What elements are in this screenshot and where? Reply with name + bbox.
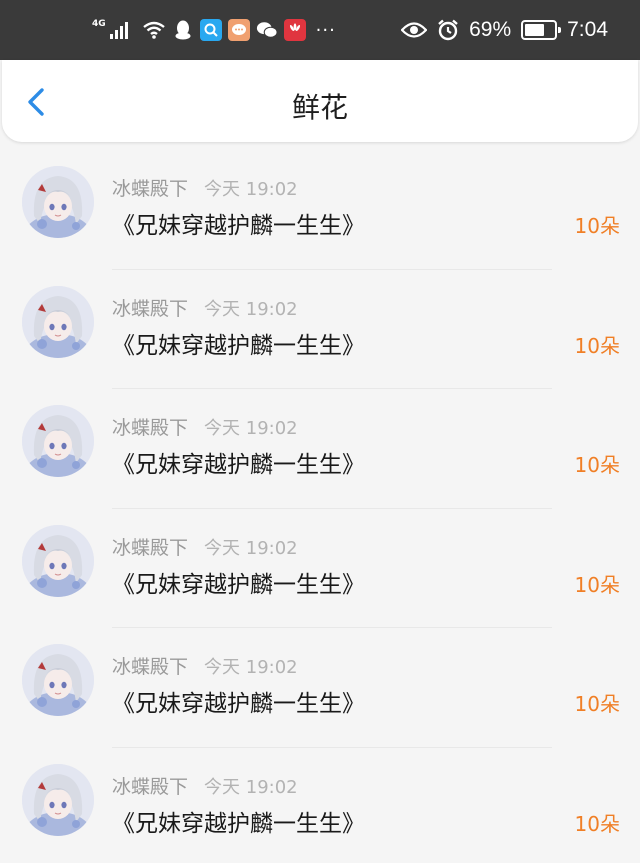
list-item[interactable]: 冰蝶殿下 今天 19:02 《兄妹穿越护麟一生生》 10朵 — [0, 150, 640, 270]
battery-percent: 69% — [469, 18, 512, 41]
username: 冰蝶殿下 — [112, 297, 189, 320]
qq-icon — [172, 19, 194, 41]
timestamp: 今天 19:02 — [204, 418, 298, 439]
network-type: 4G — [92, 18, 106, 29]
battery-icon — [521, 20, 562, 40]
status-bar: 4G ··· 69% 7:04 — [0, 0, 640, 60]
item-meta: 冰蝶殿下 今天 19:02 — [112, 174, 298, 201]
top-nav-bar: 鲜花 — [2, 60, 638, 142]
timestamp: 今天 19:02 — [204, 657, 298, 678]
item-meta: 冰蝶殿下 今天 19:02 — [112, 772, 298, 799]
flower-count: 10朵 — [574, 572, 620, 597]
list-item[interactable]: 冰蝶殿下 今天 19:02 《兄妹穿越护麟一生生》 10朵 — [0, 748, 640, 863]
avatar[interactable] — [22, 285, 94, 358]
timestamp: 今天 19:02 — [204, 776, 298, 798]
clock: 7:04 — [567, 18, 608, 41]
status-bar-right: 69% 7:04 — [401, 0, 608, 60]
flower-count: 10朵 — [574, 811, 620, 836]
item-meta: 冰蝶殿下 今天 19:02 — [112, 413, 298, 440]
flower-count: 10朵 — [574, 692, 620, 716]
username: 冰蝶殿下 — [112, 775, 189, 798]
status-bar-left: 4G ··· — [92, 0, 336, 60]
book-title: 《兄妹穿越护麟一生生》 — [112, 332, 365, 359]
list-item[interactable]: 冰蝶殿下 今天 19:02 《兄妹穿越护麟一生生》 10朵 — [0, 509, 640, 628]
item-meta: 冰蝶殿下 今天 19:02 — [112, 533, 298, 560]
timestamp: 今天 19:02 — [204, 537, 298, 559]
flower-record-list: 冰蝶殿下 今天 19:02 《兄妹穿越护麟一生生》 10朵 冰蝶殿下 今天 19… — [0, 150, 640, 863]
alarm-icon — [437, 19, 459, 41]
book-title: 《兄妹穿越护麟一生生》 — [112, 691, 365, 717]
huawei-icon — [283, 19, 306, 41]
avatar[interactable] — [22, 405, 94, 477]
flower-count: 10朵 — [574, 214, 620, 238]
signal-icon — [109, 21, 128, 39]
item-meta: 冰蝶殿下 今天 19:02 — [112, 294, 298, 321]
timestamp: 今天 19:02 — [204, 179, 298, 200]
book-title: 《兄妹穿越护麟一生生》 — [112, 571, 365, 598]
username: 冰蝶殿下 — [112, 536, 189, 559]
chat-icon — [227, 19, 250, 41]
avatar[interactable] — [22, 166, 94, 238]
wifi-icon — [142, 20, 166, 40]
list-item[interactable]: 冰蝶殿下 今天 19:02 《兄妹穿越护麟一生生》 10朵 — [0, 628, 640, 748]
item-meta: 冰蝶殿下 今天 19:02 — [112, 652, 298, 679]
more-notifications-icon: ··· — [315, 19, 336, 41]
book-title: 《兄妹穿越护麟一生生》 — [112, 452, 365, 478]
battery-level-fill — [525, 24, 545, 36]
eye-icon — [401, 21, 428, 39]
avatar[interactable] — [22, 763, 94, 836]
username: 冰蝶殿下 — [112, 417, 189, 439]
list-item[interactable]: 冰蝶殿下 今天 19:02 《兄妹穿越护麟一生生》 10朵 — [0, 389, 640, 509]
book-title: 《兄妹穿越护麟一生生》 — [112, 810, 365, 837]
avatar[interactable] — [22, 644, 94, 716]
page-title: 鲜花 — [291, 91, 348, 124]
wechat-icon — [256, 19, 278, 41]
flower-count: 10朵 — [574, 333, 620, 358]
timestamp: 今天 19:02 — [204, 298, 298, 320]
list-item[interactable]: 冰蝶殿下 今天 19:02 《兄妹穿越护麟一生生》 10朵 — [0, 270, 640, 389]
flower-count: 10朵 — [574, 453, 620, 477]
search-icon — [199, 19, 222, 41]
username: 冰蝶殿下 — [112, 656, 189, 678]
book-title: 《兄妹穿越护麟一生生》 — [112, 213, 365, 239]
avatar[interactable] — [22, 524, 94, 597]
username: 冰蝶殿下 — [112, 178, 189, 200]
